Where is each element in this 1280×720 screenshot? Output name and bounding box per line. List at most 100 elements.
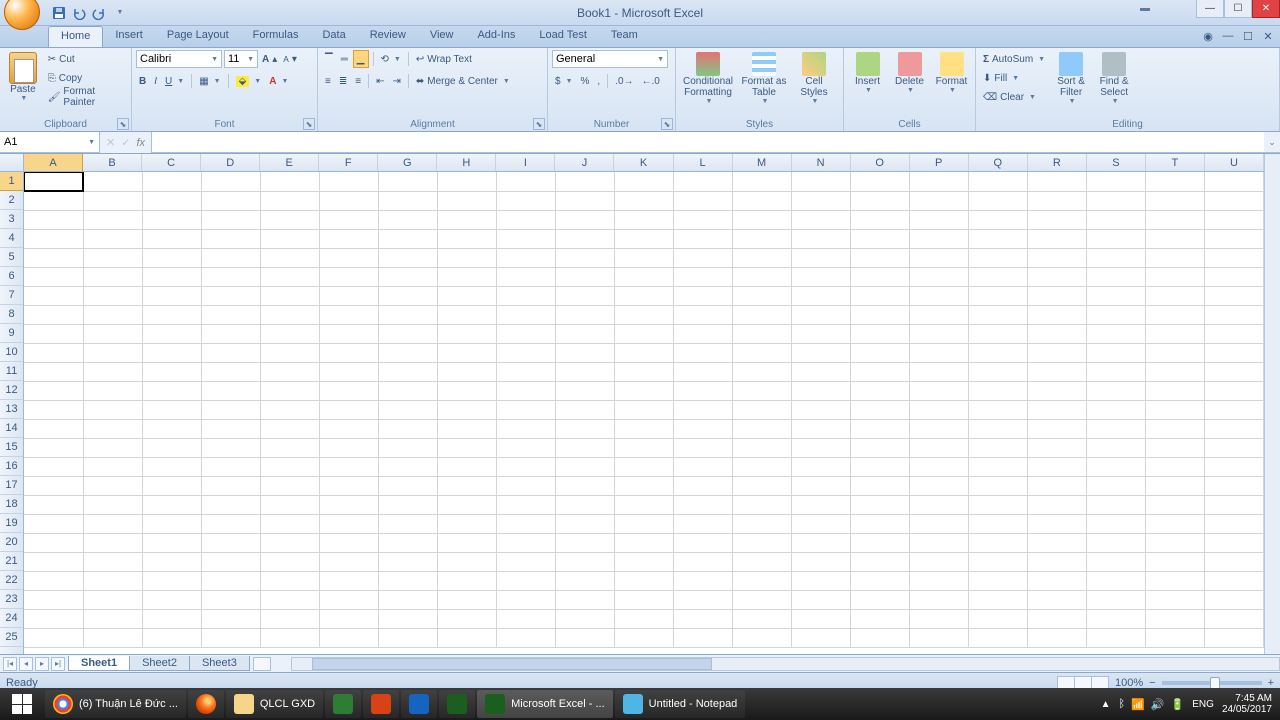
underline-button[interactable]: U▼ [162,72,187,90]
align-top-button[interactable]: ▔ [322,50,336,68]
sheet-tab-3[interactable]: Sheet3 [189,656,250,671]
tab-view[interactable]: View [418,26,466,47]
taskbar-item[interactable] [363,690,399,718]
alignment-launcher[interactable]: ⬊ [533,118,545,130]
zoom-out-button[interactable]: − [1149,677,1155,689]
sheet-tab-1[interactable]: Sheet1 [68,656,130,671]
new-sheet-button[interactable] [253,657,271,671]
column-header[interactable]: P [910,154,969,171]
tab-page-layout[interactable]: Page Layout [155,26,241,47]
row-header[interactable]: 21 [0,552,23,571]
format-painter-button[interactable]: 🖌Format Painter [45,88,127,106]
clear-button[interactable]: ⌫Clear▼ [980,88,1048,106]
grow-font-button[interactable]: A▴ [260,50,279,68]
row-header[interactable]: 2 [0,191,23,210]
taskbar-item[interactable]: Untitled - Notepad [615,690,746,718]
tab-addins[interactable]: Add-Ins [465,26,527,47]
row-header[interactable]: 1 [0,172,23,191]
close-button[interactable]: ✕ [1252,0,1280,18]
cut-button[interactable]: ✂Cut [45,50,127,68]
name-box[interactable]: A1▼ [0,132,100,153]
battery-icon[interactable]: 🔋 [1171,698,1185,711]
increase-decimal-button[interactable]: .0→ [612,72,636,90]
horizontal-scrollbar[interactable] [291,657,1280,671]
row-header[interactable]: 5 [0,248,23,267]
fx-icon[interactable]: fx [136,137,145,149]
start-button[interactable] [0,688,44,720]
help-icon[interactable]: ◉ [1200,28,1216,44]
align-middle-button[interactable]: ═ [338,50,351,68]
column-header[interactable]: C [142,154,201,171]
column-header[interactable]: A [24,154,83,171]
align-right-button[interactable]: ≡ [352,72,364,90]
column-header[interactable]: H [437,154,496,171]
column-header[interactable]: T [1146,154,1205,171]
tray-expand-icon[interactable]: ▲ [1101,699,1111,710]
align-center-button[interactable]: ≣ [336,72,350,90]
font-color-button[interactable]: A▼ [266,72,291,90]
autosum-button[interactable]: ΣAutoSum▼ [980,50,1048,68]
row-header[interactable]: 17 [0,476,23,495]
sheet-tab-2[interactable]: Sheet2 [129,656,190,671]
taskbar-item[interactable] [325,690,361,718]
row-header[interactable]: 22 [0,571,23,590]
tab-team[interactable]: Team [599,26,650,47]
percent-button[interactable]: % [578,72,593,90]
column-header[interactable]: M [733,154,792,171]
italic-button[interactable]: I [151,72,160,90]
row-header[interactable]: 6 [0,267,23,286]
zoom-level[interactable]: 100% [1115,677,1143,689]
taskbar-item[interactable]: (6) Thuận Lê Đức ... [45,690,186,718]
tab-data[interactable]: Data [310,26,357,47]
zoom-slider[interactable] [1162,681,1262,685]
copy-button[interactable]: ⎘Copy [45,69,127,87]
row-header[interactable]: 3 [0,210,23,229]
cells-area[interactable] [24,172,1264,654]
fill-color-button[interactable]: ⬙▼ [233,72,265,90]
row-header[interactable]: 8 [0,305,23,324]
tab-formulas[interactable]: Formulas [241,26,311,47]
column-header[interactable]: E [260,154,319,171]
increase-indent-button[interactable]: ⇥ [389,72,403,90]
fill-button[interactable]: ⬇Fill▼ [980,69,1048,87]
expand-formula-bar[interactable]: ⌄ [1264,132,1280,153]
next-sheet-button[interactable]: ▸ [35,657,49,671]
insert-cells-button[interactable]: Insert▼ [848,50,887,97]
wrap-text-button[interactable]: ↩Wrap Text [413,50,475,68]
column-header[interactable]: K [614,154,673,171]
last-sheet-button[interactable]: ▸| [51,657,65,671]
vertical-scrollbar[interactable] [1264,154,1280,654]
row-header[interactable]: 15 [0,438,23,457]
bold-button[interactable]: B [136,72,149,90]
taskbar-item[interactable]: Microsoft Excel - ... [477,690,613,718]
language-indicator[interactable]: ENG [1192,699,1214,710]
row-header[interactable]: 12 [0,381,23,400]
restore-window-icon[interactable]: ☐ [1240,28,1256,44]
paste-button[interactable]: Paste▼ [4,50,42,105]
font-name-combo[interactable]: Calibri▼ [136,50,222,68]
qat-customize-icon[interactable]: ▼ [110,4,128,22]
tab-home[interactable]: Home [48,26,103,47]
row-header[interactable]: 18 [0,495,23,514]
decrease-decimal-button[interactable]: ←.0 [639,72,663,90]
tab-review[interactable]: Review [358,26,418,47]
cancel-formula-icon[interactable]: ✕ [106,136,115,149]
column-header[interactable]: D [201,154,260,171]
column-header[interactable]: L [674,154,733,171]
orientation-button[interactable]: ⟲▼ [378,50,404,68]
taskbar-item[interactable] [439,690,475,718]
format-as-table-button[interactable]: Format as Table▼ [739,50,789,108]
zoom-in-button[interactable]: + [1268,677,1274,689]
prev-sheet-button[interactable]: ◂ [19,657,33,671]
row-header[interactable]: 24 [0,609,23,628]
taskbar-item[interactable]: QLCL GXD [226,690,323,718]
column-header[interactable]: Q [969,154,1028,171]
column-header[interactable]: O [851,154,910,171]
close-workbook-icon[interactable]: ✕ [1260,28,1276,44]
column-header[interactable]: I [496,154,555,171]
minimize-ribbon-icon[interactable]: — [1220,28,1236,44]
row-header[interactable]: 4 [0,229,23,248]
merge-center-button[interactable]: ⬌Merge & Center▼ [413,72,513,90]
accounting-button[interactable]: $▼ [552,72,576,90]
font-size-combo[interactable]: 11▼ [224,50,258,68]
